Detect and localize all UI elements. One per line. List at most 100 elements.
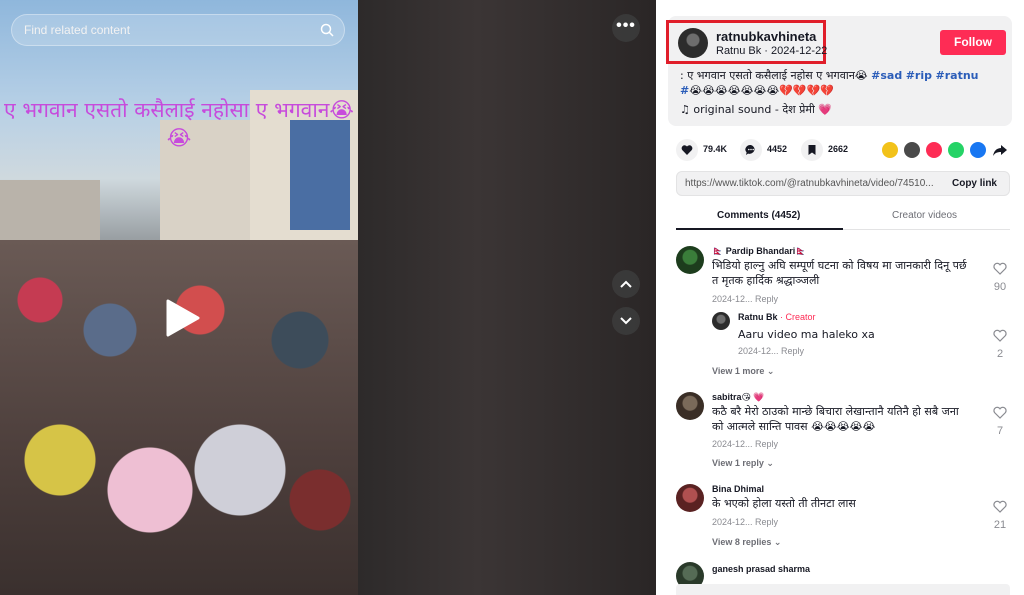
reply-item: Ratnu Bk · Creator Aaru video ma haleko … xyxy=(712,312,1010,360)
hashtag-rip[interactable]: #rip xyxy=(906,69,932,82)
reply-meta: 2024-12... Reply xyxy=(738,346,804,356)
comment-meta: 2024-12... Reply xyxy=(712,439,778,449)
add-comment-bar[interactable] xyxy=(676,584,1010,595)
commenter-name[interactable]: 🇳🇵 Pardip Bhandari🇳🇵 xyxy=(712,246,806,257)
comment-like-button[interactable]: 21 xyxy=(990,500,1010,531)
author-username[interactable]: ratnubkavhineta xyxy=(716,29,816,44)
active-tab-indicator xyxy=(676,228,843,230)
reply-text: Aaru video ma haleko xa xyxy=(738,328,875,341)
comment-like-button[interactable]: 7 xyxy=(990,406,1010,437)
send-to-friends-icon[interactable] xyxy=(926,142,942,158)
commenter-avatar[interactable] xyxy=(676,246,704,274)
crowd-scene xyxy=(0,240,358,595)
follow-button[interactable]: Follow xyxy=(940,30,1006,55)
commenter-name[interactable]: ganesh prasad sharma xyxy=(712,564,810,574)
search-bar[interactable] xyxy=(11,14,345,46)
bookmark-icon xyxy=(808,145,816,155)
heart-outline-icon xyxy=(993,329,1007,342)
post-description: : ए भगवान एसतो कसैलाई नहोस ए भगवान😭 #sad… xyxy=(680,68,1000,98)
like-count: 79.4K xyxy=(703,144,728,154)
comment-time: 2024-12... xyxy=(712,294,753,304)
comment-like-count: 7 xyxy=(996,425,1004,437)
comment-item: sabitra😘 💗 कठै बरै मेरो ठाउको मान्छे बिच… xyxy=(676,392,1010,454)
tab-comments[interactable]: Comments (4452) xyxy=(717,210,800,221)
music-note-icon: ♫ xyxy=(680,103,690,116)
hashtag-prefix[interactable]: # xyxy=(680,84,689,97)
comment-text: कठै बरै मेरो ठाउको मान्छे बिचारा लेखान्त… xyxy=(712,405,959,433)
blurred-background xyxy=(358,0,656,595)
heart-icon xyxy=(681,145,693,155)
reply-button[interactable]: Reply xyxy=(781,346,804,356)
commenter-name[interactable]: sabitra😘 💗 xyxy=(712,392,765,403)
next-video-button[interactable] xyxy=(612,307,640,335)
chevron-down-icon: ⌄ xyxy=(773,537,782,547)
description-emojis: 😭😭😭😭😭😭😭💔💔💔💔 xyxy=(689,84,834,97)
comment-like-count: 90 xyxy=(993,281,1007,293)
previous-video-button[interactable] xyxy=(612,270,640,298)
reply-time: 2024-12... xyxy=(738,346,779,356)
share-arrow-icon[interactable] xyxy=(992,142,1008,158)
view-more-replies[interactable]: View 8 replies ⌄ xyxy=(712,537,781,548)
replier-name-text: Ratnu Bk xyxy=(738,312,778,322)
view-more-replies[interactable]: View 1 reply ⌄ xyxy=(712,458,774,469)
copy-link-button[interactable]: Copy link xyxy=(952,178,997,189)
hashtag-sad[interactable]: #sad xyxy=(871,69,902,82)
search-input[interactable] xyxy=(12,15,312,45)
whatsapp-icon[interactable] xyxy=(948,142,964,158)
commenter-avatar[interactable] xyxy=(676,392,704,420)
heart-outline-icon xyxy=(993,500,1007,513)
stats-bar: 79.4K 4452 2662 xyxy=(676,139,1016,161)
sound-name: original sound - देश प्रेमी 💗 xyxy=(693,103,833,116)
comment-count: 4452 xyxy=(767,144,788,154)
description-text: : ए भगवान एसतो कसैलाई नहोस ए भगवान😭 xyxy=(680,69,868,82)
heart-outline-icon xyxy=(993,406,1007,419)
sound-link[interactable]: ♫ original sound - देश प्रेमी 💗 xyxy=(680,102,832,117)
more-options-button[interactable]: ••• xyxy=(612,14,640,42)
chevron-down-icon: ⌄ xyxy=(766,366,775,376)
replier-name[interactable]: Ratnu Bk · Creator xyxy=(738,312,816,322)
repost-icon[interactable] xyxy=(882,142,898,158)
view-more-replies[interactable]: View 1 more ⌄ xyxy=(712,366,774,377)
video-link-text[interactable]: https://www.tiktok.com/@ratnubkavhineta/… xyxy=(685,178,940,189)
comment-icon xyxy=(745,144,755,155)
details-panel: ratnubkavhineta Ratnu Bk · 2024-12-22 Fo… xyxy=(656,0,1024,595)
author-subline: Ratnu Bk · 2024-12-22 xyxy=(716,45,828,57)
reply-button[interactable]: Reply xyxy=(755,439,778,449)
play-icon[interactable] xyxy=(162,298,202,338)
tab-creator-videos[interactable]: Creator videos xyxy=(892,210,957,221)
author-avatar[interactable] xyxy=(678,28,708,58)
comment-like-button[interactable]: 90 xyxy=(990,262,1010,293)
facebook-icon[interactable] xyxy=(970,142,986,158)
post-date: 2024-12-22 xyxy=(771,45,828,57)
commenter-name[interactable]: Bina Dhimal xyxy=(712,484,764,494)
comment-item: Bina Dhimal के भएको होला यस्तो ती तीनटा … xyxy=(676,484,1010,534)
video-overlay-text: ए भगवान एसतो कसैलाई नहोसा ए भगवान😭😭 xyxy=(4,98,354,150)
search-icon[interactable] xyxy=(320,23,334,37)
comment-meta: 2024-12... Reply xyxy=(712,517,778,527)
chevron-down-icon: ⌄ xyxy=(766,458,774,468)
embed-icon[interactable] xyxy=(904,142,920,158)
video-link-box: https://www.tiktok.com/@ratnubkavhineta/… xyxy=(676,171,1010,196)
reply-like-count: 2 xyxy=(996,348,1004,360)
comment-item: 🇳🇵 Pardip Bhandari🇳🇵 भिडियो हाल्नु अघि स… xyxy=(676,246,1010,310)
commenter-avatar[interactable] xyxy=(676,484,704,512)
replier-avatar[interactable] xyxy=(712,312,730,330)
comment-tabs: Comments (4452) Creator videos xyxy=(676,206,1010,230)
reply-button[interactable]: Reply xyxy=(755,517,778,527)
view-more-label: View 1 reply xyxy=(712,458,764,468)
creator-badge: · Creator xyxy=(780,312,816,322)
reply-button[interactable]: Reply xyxy=(755,294,778,304)
author-display-name: Ratnu Bk xyxy=(716,45,762,57)
comment-time: 2024-12... xyxy=(712,439,753,449)
heart-outline-icon xyxy=(993,262,1007,275)
save-count: 2662 xyxy=(828,144,849,154)
comment-time: 2024-12... xyxy=(712,517,753,527)
reply-like-button[interactable]: 2 xyxy=(990,329,1010,360)
video-player[interactable]: ए भगवान एसतो कसैलाई नहोसा ए भगवान😭😭 ••• xyxy=(0,0,656,595)
chevron-up-icon xyxy=(620,280,632,288)
more-icon: ••• xyxy=(616,17,636,34)
view-more-label: View 8 replies xyxy=(712,537,772,547)
comment-meta: 2024-12... Reply xyxy=(712,294,778,304)
comment-text: के भएको होला यस्तो ती तीनटा लास xyxy=(712,497,856,510)
hashtag-ratnu[interactable]: #ratnu xyxy=(936,69,979,82)
